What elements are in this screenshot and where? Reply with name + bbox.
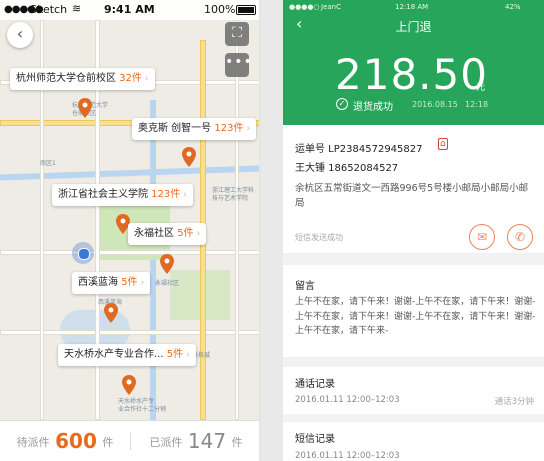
- refund-date: 2016.08.15: [412, 100, 458, 109]
- map-screen: ●●●●● Sketch ≋ 9:41 AM 100% 杭州师范大学: [0, 0, 261, 461]
- sent-label: 已派件: [149, 436, 183, 449]
- chevron-left-icon: ‹: [16, 24, 24, 43]
- carrier-name: JeanC: [321, 3, 341, 11]
- map-pin-icon[interactable]: [104, 303, 118, 323]
- fullscreen-icon: ⛶: [232, 25, 242, 41]
- callout-yongfu-community[interactable]: 永福社区 5件 ›: [128, 223, 207, 245]
- shipment-info-card: 运单号 LP2384572945827 ⌂ 王大锤 18652084527 余杭…: [283, 125, 544, 253]
- callout-count: 123件: [151, 189, 181, 200]
- callout-name: 西溪蓝海: [78, 277, 118, 288]
- battery-percent: 100%: [204, 3, 236, 16]
- header: ●●●●○ JeanC 12:18 AM 42% ‹ 上门退 218.50 元 …: [283, 0, 544, 125]
- map-pin-icon[interactable]: [160, 254, 174, 274]
- more-icon: •••: [225, 54, 253, 70]
- page-title: 上门退: [395, 20, 432, 34]
- callout-name: 杭州师范大学仓前校区: [16, 73, 116, 84]
- stamp-icon: ⌂: [438, 138, 448, 150]
- refund-status: 退货成功: [353, 102, 393, 113]
- status-bar: ●●●●● Sketch ≋ 9:41 AM 100%: [0, 0, 259, 20]
- customer-name-phone: 王大锤 18652084527: [295, 163, 399, 174]
- currency-unit: 元: [476, 83, 486, 93]
- back-button[interactable]: ‹: [7, 22, 33, 48]
- battery-icon: [236, 5, 256, 15]
- call-record-time: 2016.01.11 12:00–12:03: [295, 395, 400, 405]
- delivery-summary-bar: 待派件 600 件 已派件 147 件: [0, 420, 259, 461]
- call-record-title: 通话记录: [295, 379, 335, 390]
- sms-sent-status: 短信发送成功: [295, 233, 343, 242]
- chevron-right-icon: ›: [144, 74, 149, 84]
- sent-unit: 件: [231, 436, 243, 449]
- callout-name: 浙江省社会主义学院: [58, 189, 148, 200]
- pending-label: 待派件: [16, 436, 50, 449]
- signal-icon: ●●●●○: [289, 3, 320, 11]
- sms-record-title: 短信记录: [295, 434, 335, 445]
- battery-percent: 42%: [505, 3, 521, 11]
- refund-time: 12:18: [465, 100, 489, 109]
- chevron-right-icon: ›: [196, 229, 201, 239]
- callout-count: 5件: [121, 277, 138, 288]
- call-button[interactable]: ✆: [507, 224, 533, 250]
- check-circle-icon: ✓: [336, 98, 348, 110]
- waybill-number: 运单号 LP2384572945827: [295, 144, 423, 155]
- fullscreen-button[interactable]: ⛶: [225, 22, 249, 46]
- chevron-right-icon: ›: [246, 124, 251, 134]
- callout-hznu-cangqian[interactable]: 杭州师范大学仓前校区 32件 ›: [10, 68, 155, 90]
- callout-count: 32件: [119, 73, 142, 84]
- status-time: 12:18 AM: [395, 3, 429, 11]
- envelope-icon: ✉: [476, 230, 488, 244]
- message-button[interactable]: ✉: [469, 224, 495, 250]
- call-record-card[interactable]: 通话记录 2016.01.11 12:00–12:03 通话3分钟: [283, 367, 544, 414]
- return-detail-screen: ●●●●○ JeanC 12:18 AM 42% ‹ 上门退 218.50 元 …: [283, 0, 544, 461]
- message-title: 留言: [295, 281, 315, 292]
- message-card: 留言 上午不在家，请下午来！谢谢-上午不在家，请下午来！谢谢-上午不在家，请下午…: [283, 265, 544, 357]
- map-label: 技与艺术学院: [212, 195, 249, 202]
- call-duration: 通话3分钟: [494, 397, 534, 407]
- callout-count: 5件: [177, 228, 194, 239]
- callout-name: 奥克斯 创智一号: [138, 123, 212, 134]
- map-label: 永福社区: [155, 280, 180, 287]
- callout-zj-socialism-college[interactable]: 浙江省社会主义学院 123件 ›: [52, 184, 193, 206]
- sms-record-time: 2016.01.11 12:00–12:03: [295, 451, 400, 461]
- callout-xixi-lanhai[interactable]: 西溪蓝海 5件 ›: [72, 272, 151, 294]
- wifi-icon: ≋: [72, 2, 82, 15]
- chevron-right-icon: ›: [183, 190, 187, 200]
- pending-deliveries[interactable]: 待派件 600 件: [0, 421, 130, 461]
- map-pin-icon[interactable]: [182, 147, 196, 167]
- current-location-icon: [72, 242, 94, 264]
- callout-aux-chuangzhi[interactable]: 奥克斯 创智一号 123件 ›: [132, 118, 257, 140]
- map-label: 南区1: [40, 160, 56, 167]
- customer-address: 余杭区五常街道文一西路996号5号楼小邮局小邮局小邮局: [295, 183, 529, 209]
- map-label: 业合作社十二分销: [118, 406, 167, 413]
- map-view[interactable]: 杭州师范大学 仓前校区 南区1 浙江理工大学科 技与艺术学院 永福社区 天水桥水…: [0, 20, 259, 420]
- map-pin-icon[interactable]: [78, 98, 92, 118]
- status-bar: ●●●●○ JeanC 12:18 AM 42%: [283, 0, 544, 14]
- sent-count: 147: [187, 429, 227, 453]
- callout-tianshuiqiao[interactable]: 天水桥水产专业合作... 5件 ›: [58, 344, 196, 366]
- sms-record-card[interactable]: 短信记录 2016.01.11 12:00–12:03: [283, 422, 544, 461]
- callout-name: 天水桥水产专业合作...: [64, 349, 164, 360]
- pending-unit: 件: [102, 436, 114, 449]
- carrier-name: Sketch: [30, 3, 68, 16]
- chevron-right-icon: ›: [140, 278, 145, 288]
- callout-name: 永福社区: [134, 228, 174, 239]
- status-time: 9:41 AM: [104, 3, 155, 16]
- message-body: 上午不在家，请下午来！谢谢-上午不在家，请下午来！谢谢-上午不在家，请下午来！谢…: [295, 297, 536, 336]
- screenshot-root: ●●●●● Sketch ≋ 9:41 AM 100% 杭州师范大学: [0, 0, 544, 461]
- map-pin-icon[interactable]: [122, 375, 136, 395]
- callout-count: 5件: [166, 349, 184, 360]
- refund-amount: 218.50: [335, 50, 488, 99]
- callout-count: 123件: [214, 123, 244, 134]
- phone-icon: ✆: [514, 230, 526, 244]
- pending-count: 600: [55, 429, 97, 453]
- chevron-right-icon: ›: [186, 350, 190, 360]
- sent-deliveries[interactable]: 已派件 147 件: [131, 421, 259, 461]
- more-button[interactable]: •••: [225, 53, 252, 77]
